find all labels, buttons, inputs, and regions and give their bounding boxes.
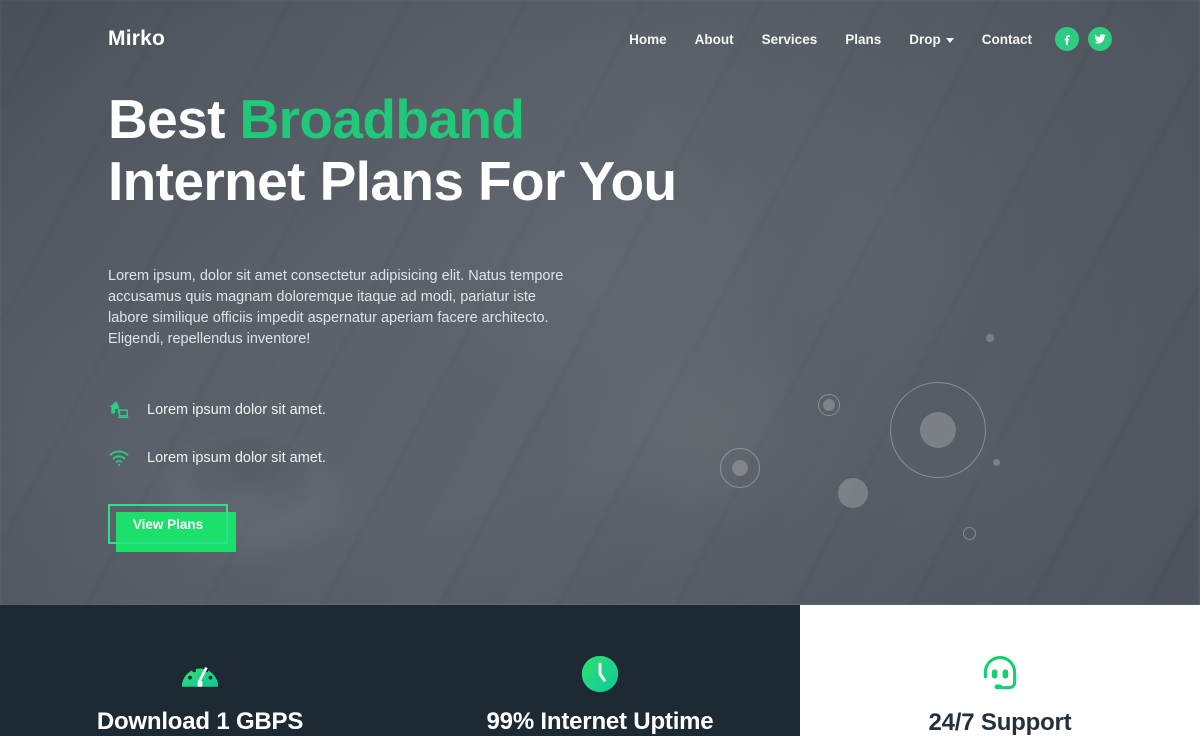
nav-item-plans-label: Plans: [845, 31, 882, 47]
list-item-label: Lorem ipsum dolor sit amet.: [147, 450, 326, 466]
twitter-icon[interactable]: [1088, 27, 1112, 51]
page-title: Best Broadband Internet Plans For You: [108, 88, 748, 212]
nav-item-about[interactable]: About: [681, 26, 748, 53]
hero-section: Mirko Home About Services Plans Drop Con…: [0, 0, 1200, 605]
decorative-ring-tiny: [963, 527, 976, 540]
feature-strip: Download 1 GBPS 99% Internet Uptime 24/7…: [0, 605, 1200, 736]
nav-item-home-label: Home: [629, 31, 667, 47]
decorative-dot-large: [920, 412, 956, 448]
nav-item-services-label: Services: [761, 31, 818, 47]
view-plans-button-wrap: View Plans: [108, 504, 236, 552]
nav-item-drop[interactable]: Drop: [895, 26, 968, 53]
feature-card-label: Download 1 GBPS: [96, 708, 304, 735]
list-item: Lorem ipsum dolor sit amet.: [108, 386, 748, 434]
chevron-down-icon: [945, 37, 954, 43]
wifi-icon: [108, 447, 130, 469]
headset-icon: [979, 653, 1021, 695]
nav-item-services[interactable]: Services: [748, 26, 832, 53]
hero-content: Best Broadband Internet Plans For You Lo…: [108, 88, 748, 552]
home-network-icon: [108, 399, 130, 421]
view-plans-button[interactable]: View Plans: [108, 504, 228, 544]
nav-item-drop-label: Drop: [909, 31, 941, 47]
nav-item-contact[interactable]: Contact: [968, 26, 1046, 53]
clock-icon: [580, 653, 620, 694]
hero-title-line2: Internet Plans For You: [108, 150, 677, 212]
feature-card-support[interactable]: 24/7 Support: [800, 605, 1200, 736]
feature-card-uptime[interactable]: 99% Internet Uptime: [400, 605, 800, 736]
landing-page: Mirko Home About Services Plans Drop Con…: [0, 0, 1200, 736]
hero-description: Lorem ipsum, dolor sit amet consectetur …: [108, 268, 564, 347]
main-navbar: Mirko Home About Services Plans Drop Con…: [0, 0, 1200, 78]
hero-title-line1-accent: Broadband: [239, 88, 525, 150]
hero-title-line1-plain: Best: [108, 88, 240, 150]
nav-item-plans[interactable]: Plans: [831, 26, 895, 53]
feature-card-label: 99% Internet Uptime: [486, 708, 714, 735]
decorative-dot-small: [823, 399, 835, 411]
hero-feature-list: Lorem ipsum dolor sit amet. Lorem ipsum …: [108, 386, 748, 482]
speedometer-icon: [178, 653, 222, 694]
brand-logo[interactable]: Mirko: [108, 27, 165, 51]
decorative-dot-tiny-a: [986, 334, 994, 342]
feature-card-label: 24/7 Support: [928, 709, 1072, 736]
nav-item-home[interactable]: Home: [615, 26, 681, 53]
nav-item-contact-label: Contact: [981, 31, 1032, 47]
list-item-label: Lorem ipsum dolor sit amet.: [147, 402, 326, 418]
nav-item-about-label: About: [694, 31, 734, 47]
decorative-dot-tiny-b: [993, 459, 1000, 466]
list-item: Lorem ipsum dolor sit amet.: [108, 434, 748, 482]
feature-card-download[interactable]: Download 1 GBPS: [0, 605, 400, 736]
nav-links: Home About Services Plans Drop Contact: [615, 26, 1112, 53]
facebook-icon[interactable]: [1055, 27, 1079, 51]
decorative-dot-blob: [838, 478, 868, 508]
